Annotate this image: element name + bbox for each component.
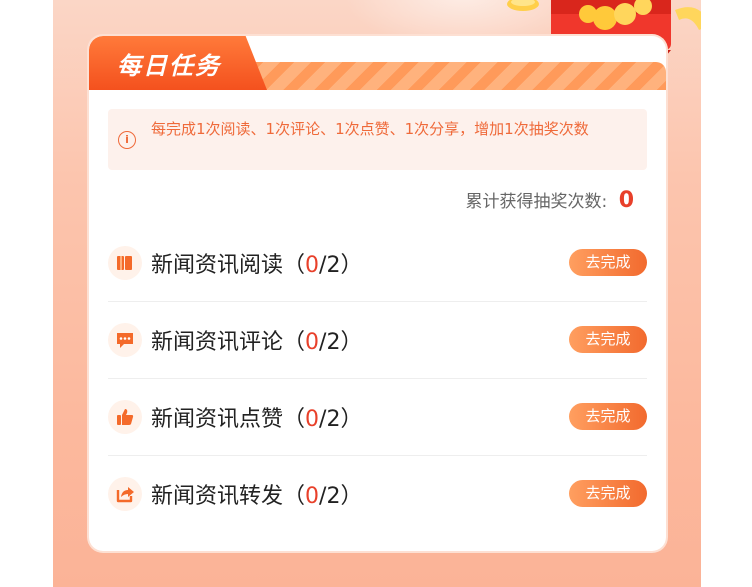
info-icon: i bbox=[118, 131, 136, 149]
task-item-read: 新闻资讯阅读（0/2） 去完成 bbox=[108, 224, 647, 302]
task-progress-done: 0 bbox=[305, 253, 320, 278]
task-item-share: 新闻资讯转发（0/2） 去完成 bbox=[108, 455, 647, 532]
task-name: 新闻资讯点赞（0/2） bbox=[151, 407, 363, 432]
thumbs-up-icon bbox=[108, 400, 142, 434]
share-icon bbox=[108, 477, 142, 511]
comment-icon bbox=[108, 323, 142, 357]
card-banner: 每日任务 bbox=[89, 36, 666, 90]
rules-notice-text: 每完成1次阅读、1次评论、1次点赞、1次分享，增加1次抽奖次数 bbox=[151, 120, 589, 138]
banner-stripe bbox=[249, 62, 666, 90]
rules-notice: i 每完成1次阅读、1次评论、1次点赞、1次分享，增加1次抽奖次数 bbox=[108, 109, 647, 170]
lottery-count-value: 0 bbox=[618, 188, 634, 213]
lottery-count: 累计获得抽奖次数: 0 bbox=[466, 187, 634, 213]
complete-share-button[interactable]: 去完成 bbox=[569, 480, 647, 507]
complete-comment-button[interactable]: 去完成 bbox=[569, 326, 647, 353]
book-icon bbox=[108, 246, 142, 280]
lottery-count-label: 累计获得抽奖次数: bbox=[465, 192, 608, 212]
daily-task-card: 每日任务 i 每完成1次阅读、1次评论、1次点赞、1次分享，增加1次抽奖次数 累… bbox=[89, 36, 666, 551]
task-name: 新闻资讯阅读（0/2） bbox=[151, 253, 363, 278]
complete-like-button[interactable]: 去完成 bbox=[569, 403, 647, 430]
task-name: 新闻资讯评论（0/2） bbox=[151, 330, 363, 355]
task-progress-done: 0 bbox=[305, 484, 320, 509]
task-name: 新闻资讯转发（0/2） bbox=[151, 484, 363, 509]
complete-read-button[interactable]: 去完成 bbox=[569, 249, 647, 276]
task-progress-done: 0 bbox=[305, 330, 320, 355]
task-item-like: 新闻资讯点赞（0/2） 去完成 bbox=[108, 378, 647, 456]
card-title: 每日任务 bbox=[117, 52, 221, 80]
task-item-comment: 新闻资讯评论（0/2） 去完成 bbox=[108, 301, 647, 379]
task-progress-done: 0 bbox=[305, 407, 320, 432]
